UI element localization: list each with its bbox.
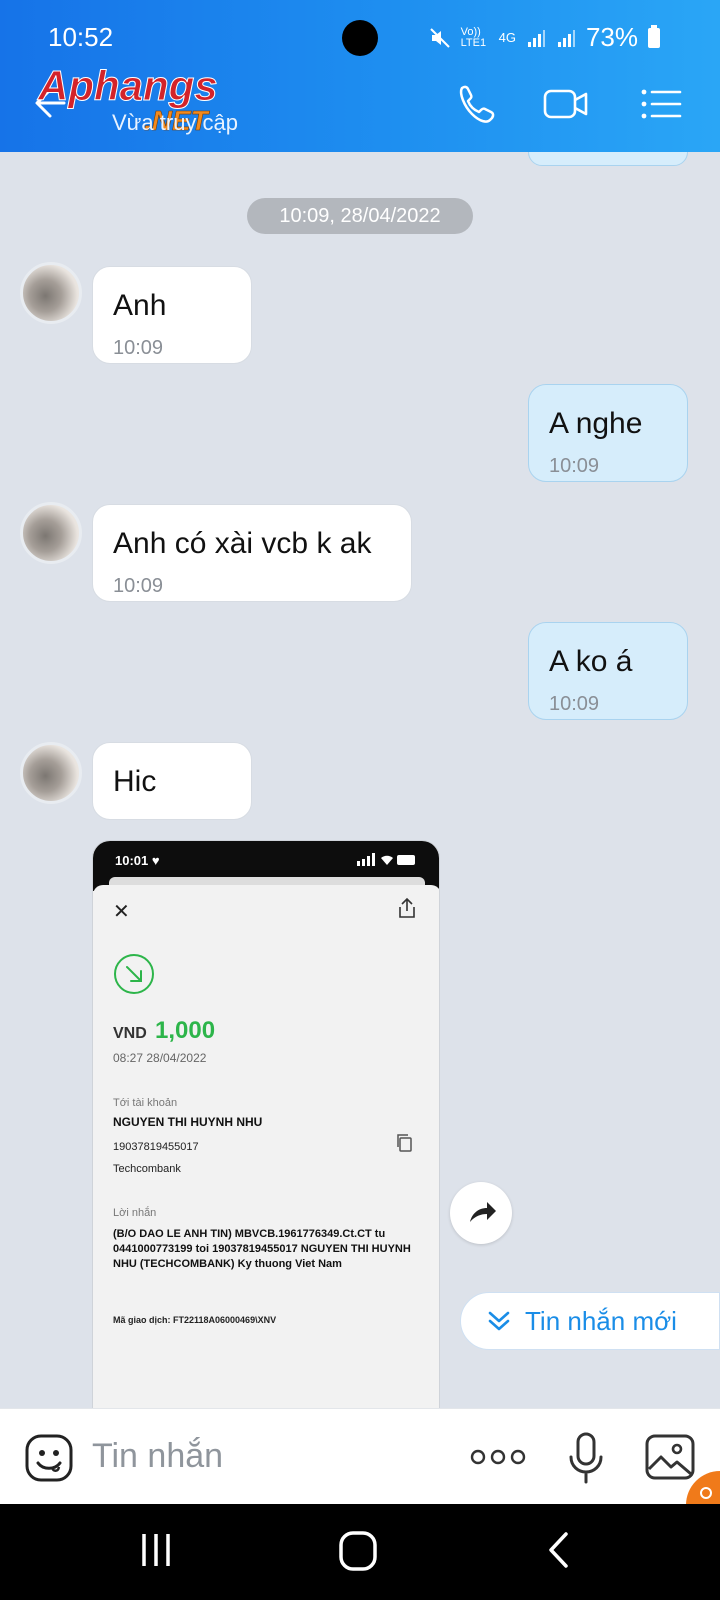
receipt-amount: 1,000 [155,1017,216,1044]
microphone-icon[interactable] [566,1431,606,1485]
message-bubble-incoming[interactable]: Hic [92,742,252,820]
network-type: 4G [498,30,516,45]
previous-message-bubble[interactable] [528,152,688,166]
system-nav-bar [0,1504,720,1600]
chat-header: Aphangs .NET Vừa truy cập [0,58,720,152]
date-separator: 10:09, 28/04/2022 [247,198,473,234]
message-input[interactable]: Tin nhắn [92,1437,223,1476]
network-label: Vo)) LTE1 [460,25,487,49]
message-text: Hic [113,765,157,798]
receipt-sheet: ✕ VND 1,000 08:27 28/04/2022 Tới tài kho… [93,885,439,1408]
menu-icon[interactable] [638,82,686,126]
avatar[interactable] [20,262,82,324]
receipt-phone-time: 10:01 ♥ [115,853,160,868]
receipt-datetime: 08:27 28/04/2022 [113,1051,207,1065]
video-call-icon[interactable] [542,82,590,126]
message-time: 10:09 [113,575,164,597]
avatar[interactable] [20,502,82,564]
top-bar: 10:52 Vo)) LTE1 4G 73% Aphangs .NET Vừa … [0,0,720,152]
battery-icon [648,24,660,48]
receipt-account-number: 19037819455017 [113,1141,199,1153]
receipt-memo-label: Lời nhắn [113,1207,157,1219]
shared-image-transfer-receipt[interactable]: 10:01 ♥ ✕ VND 1,000 08:27 28/04/2022 Tới… [92,840,440,1408]
message-text: A ko á [549,645,633,678]
back-icon[interactable] [546,1530,572,1570]
receipt-to-account-label: Tới tài khoản [113,1097,178,1109]
message-text: Anh có xài vcb k ak [113,527,372,560]
more-icon[interactable] [470,1445,526,1469]
mute-icon [429,27,450,48]
double-chevron-down-icon [488,1311,510,1331]
header-subtitle: Vừa truy cập [112,110,239,135]
message-time: 10:09 [549,693,600,715]
forward-icon [470,1202,496,1222]
message-time: 10:09 [113,337,164,359]
recents-icon[interactable] [138,1530,174,1570]
sticker-icon[interactable] [24,1433,74,1483]
camera-cutout [342,20,378,56]
receipt-memo-text: (B/O DAO LE ANH TIN) MBVCB.1961776349.Ct… [113,1228,411,1270]
message-time: 10:09 [549,455,600,477]
share-icon [399,897,415,918]
message-composer: Tin nhắn [0,1408,720,1505]
receipt-currency: VND [113,1025,147,1042]
status-bar: 10:52 Vo)) LTE1 4G 73% [0,0,720,58]
floating-badge-icon [686,1471,720,1505]
message-bubble-incoming[interactable]: Anh 10:09 [92,266,252,364]
receipt-recipient-name: NGUYEN THI HUYNH NHU [113,1115,263,1129]
receipt-status-icons [357,853,415,866]
receipt-transaction-id: Mã giao dịch: FT22118A06000469\XNV [113,1315,277,1325]
new-messages-label: Tin nhắn mới [525,1305,677,1336]
svg-text:Aphangs: Aphangs [37,62,218,109]
copy-icon [397,1134,412,1152]
receipt-bank: Techcombank [113,1163,181,1175]
message-bubble-incoming[interactable]: Anh có xài vcb k ak 10:09 [92,504,412,602]
message-bubble-outgoing[interactable]: A ko á 10:09 [528,622,688,720]
home-icon[interactable] [338,1530,378,1572]
status-time: 10:52 [48,22,114,52]
signal-icon [527,29,545,47]
incoming-transfer-icon [114,954,154,994]
new-messages-button[interactable]: Tin nhắn mới [460,1292,720,1350]
close-icon: ✕ [113,901,130,923]
avatar[interactable] [20,742,82,804]
message-text: A nghe [549,407,643,440]
battery-percent: 73% [585,22,638,52]
status-icons: Vo)) LTE1 4G 73% [429,22,660,53]
signal-icon-2 [557,29,575,47]
message-text: Anh [113,289,167,322]
chat-area[interactable]: 10:09, 28/04/2022 Anh 10:09 A nghe 10:09… [0,152,720,1408]
message-bubble-outgoing[interactable]: A nghe 10:09 [528,384,688,482]
forward-button[interactable] [450,1182,512,1244]
phone-icon[interactable] [452,82,500,126]
